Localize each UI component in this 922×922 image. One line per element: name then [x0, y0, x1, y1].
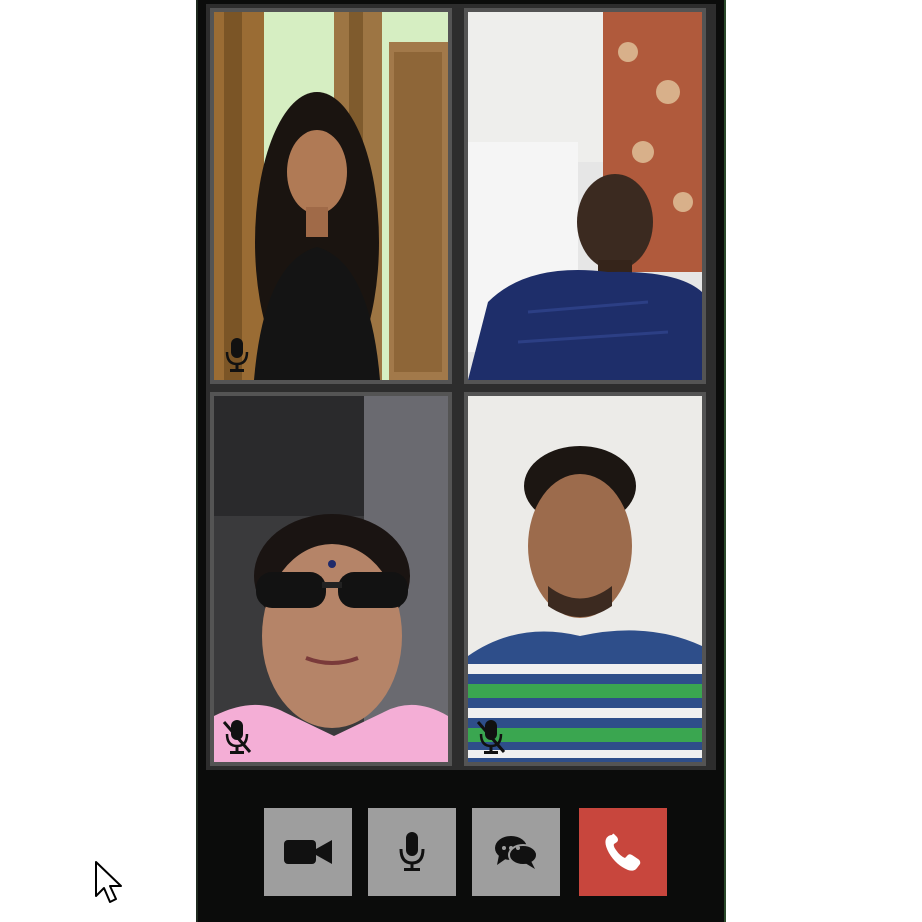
microphone-muted-icon — [476, 720, 506, 754]
video-camera-icon — [284, 840, 332, 864]
participant-video-3 — [214, 396, 448, 762]
participant-grid — [206, 4, 716, 770]
video-call-window — [196, 0, 726, 922]
microphone-muted-icon — [222, 720, 252, 754]
participant-video-1 — [214, 12, 448, 380]
chat-bubbles-icon — [495, 836, 538, 869]
phone-hangup-icon — [605, 833, 641, 871]
camera-button[interactable] — [264, 808, 352, 896]
participant-tile-4[interactable] — [464, 392, 706, 766]
participant-video-2 — [468, 12, 702, 380]
microphone-icon — [399, 832, 425, 871]
microphone-on-icon — [225, 338, 249, 372]
participant-tile-1[interactable] — [210, 8, 452, 384]
end-call-button[interactable] — [579, 808, 667, 896]
microphone-button[interactable] — [368, 808, 456, 896]
call-controls-bar — [198, 790, 724, 922]
mouse-pointer-icon — [95, 861, 122, 903]
participant-tile-2[interactable] — [464, 8, 706, 384]
participant-tile-3[interactable] — [210, 392, 452, 766]
chat-button[interactable] — [472, 808, 560, 896]
participant-video-4 — [468, 396, 702, 762]
